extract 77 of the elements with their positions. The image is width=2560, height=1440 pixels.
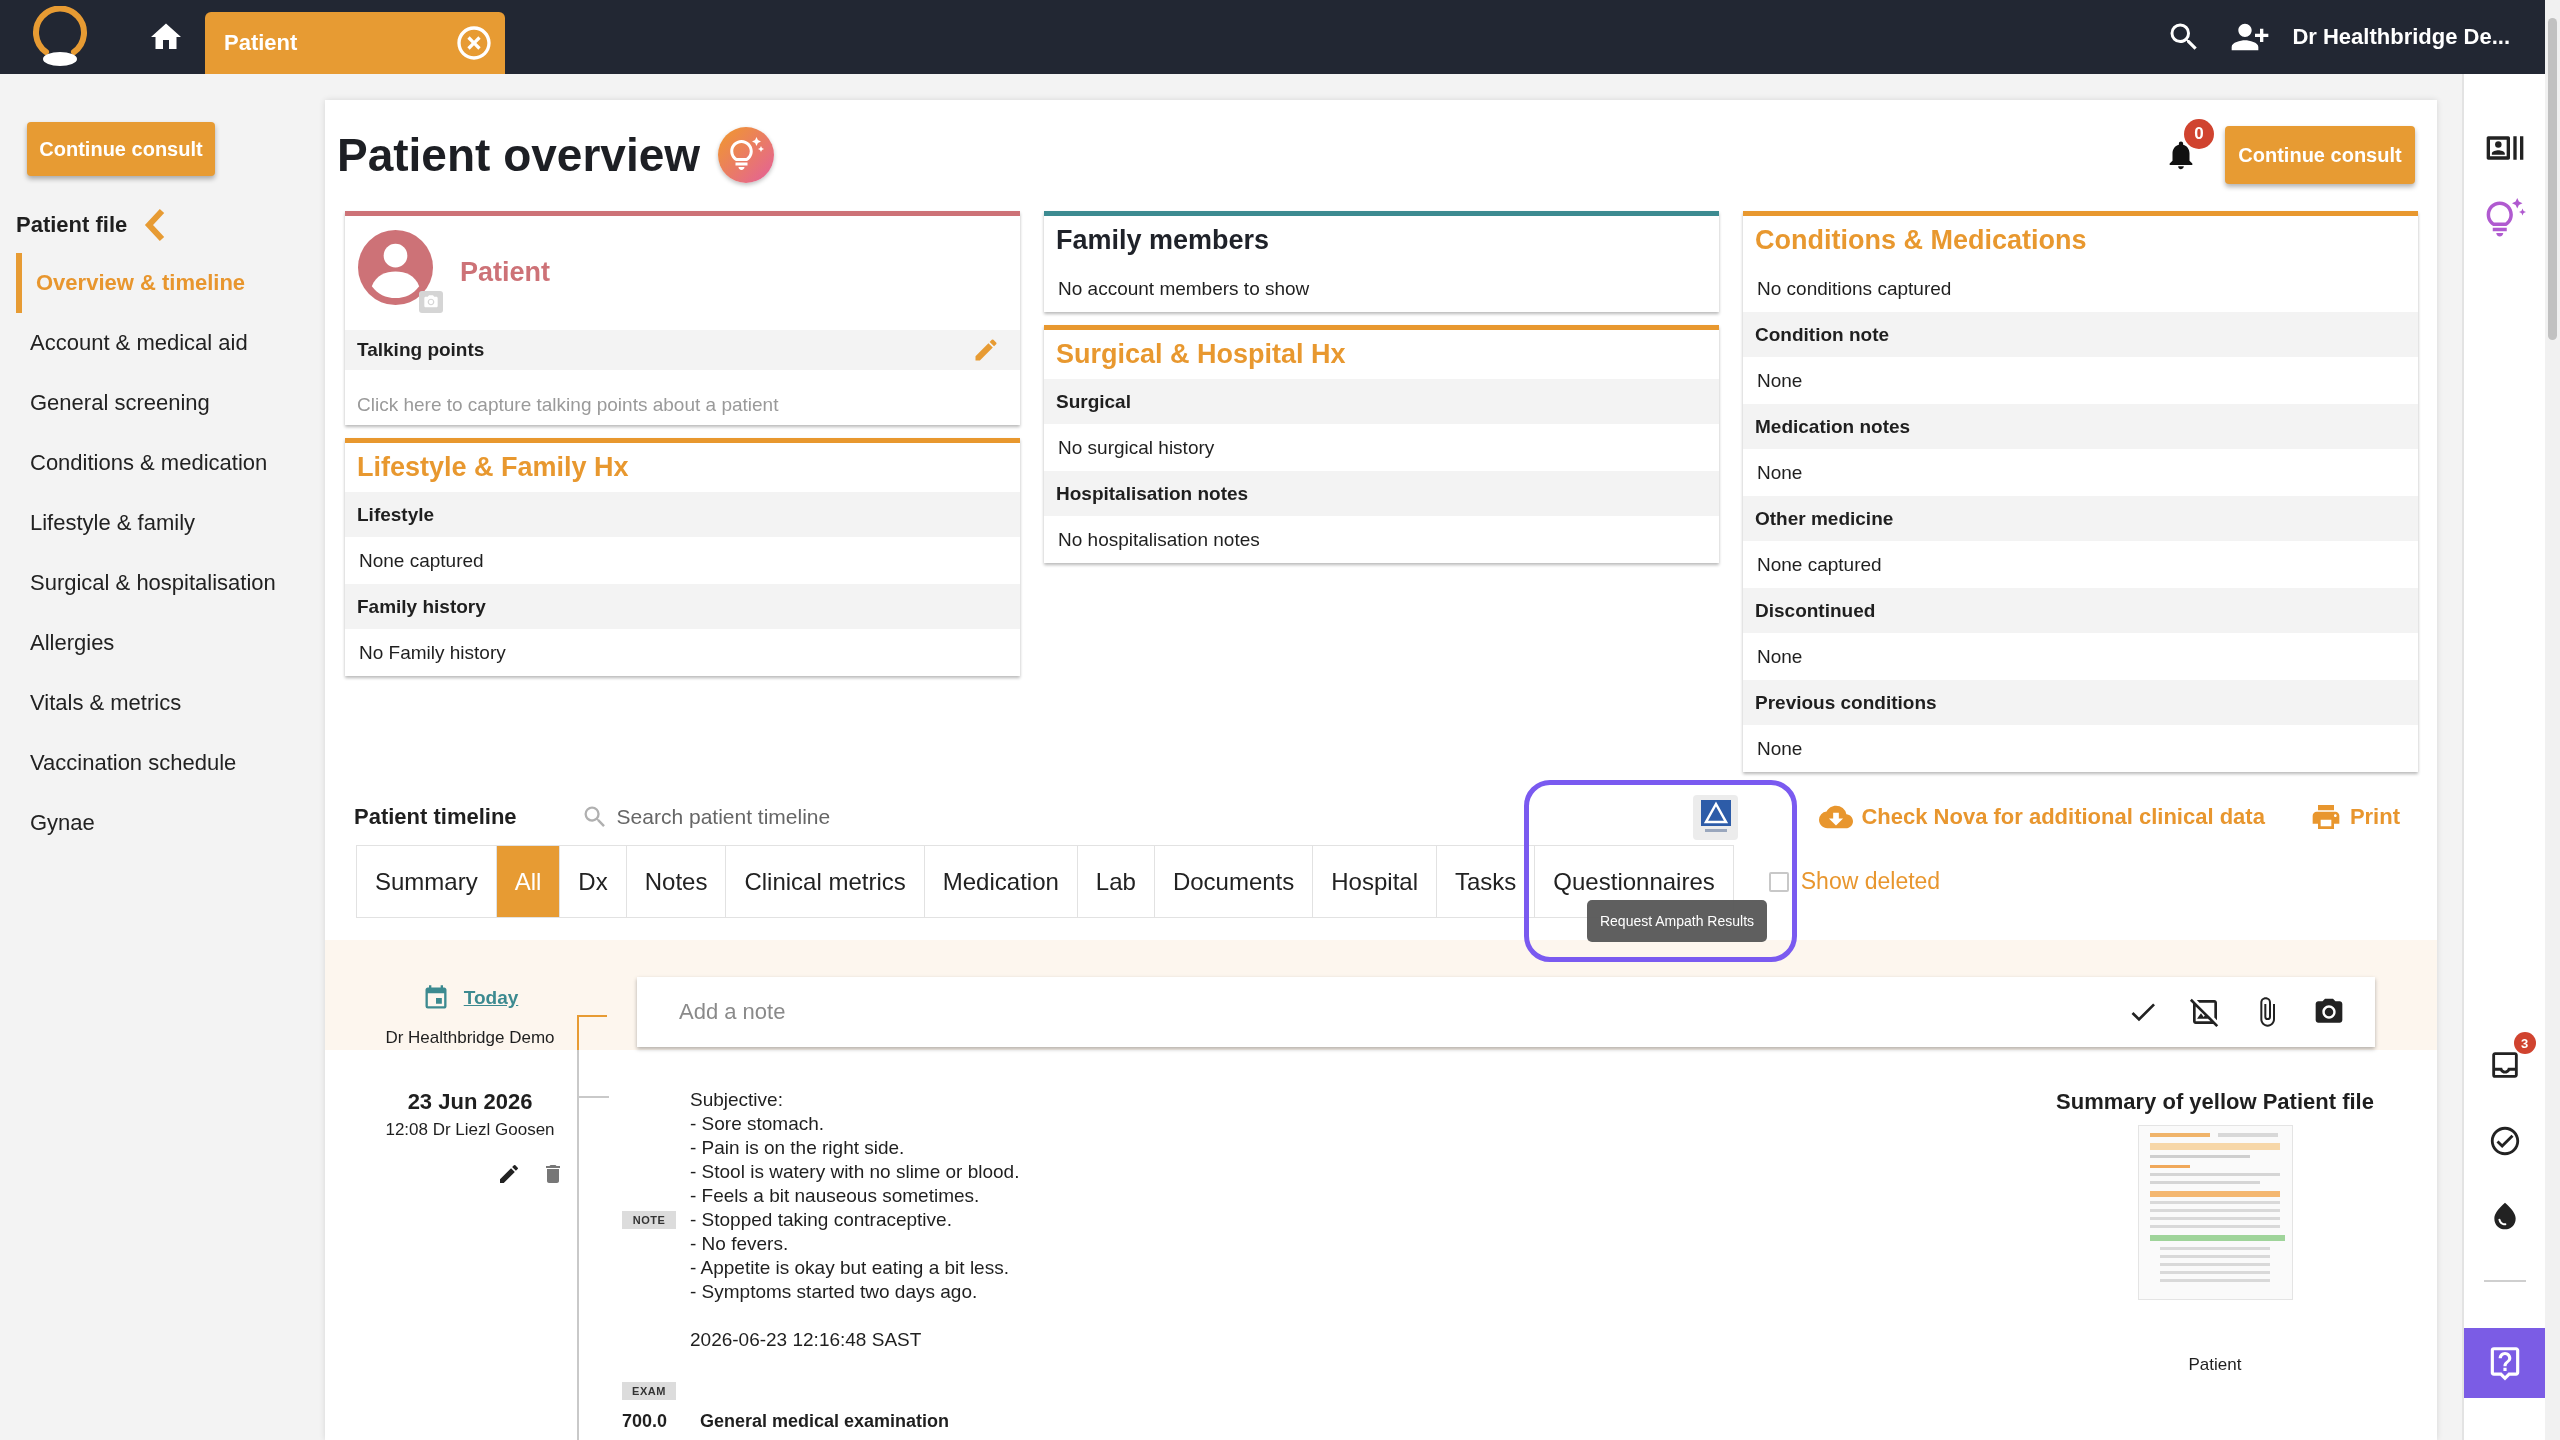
help-button[interactable] xyxy=(2464,1328,2545,1398)
document-thumbnail-drawing[interactable] xyxy=(2137,1125,2293,1300)
field-value: No account members to show xyxy=(1057,276,1311,301)
note-tag: NOTE xyxy=(622,1211,676,1229)
search-field[interactable]: Search patient timeline xyxy=(616,801,917,833)
field-value: None xyxy=(1756,460,1804,485)
field-value: None captured xyxy=(1756,552,1883,577)
count-badge: 3 xyxy=(2513,1032,2536,1054)
timeline-connector xyxy=(577,1015,607,1050)
field-label: Condition note xyxy=(1743,312,2418,357)
entry-date: 23 Jun 2026 xyxy=(407,1088,533,1116)
field-value: None xyxy=(1756,368,1804,393)
nav-item[interactable]: Vaccination schedule xyxy=(16,733,322,793)
pencil-icon[interactable] xyxy=(497,1162,521,1186)
count-badge: 0 xyxy=(2184,119,2214,149)
field-label: Family history xyxy=(345,584,1020,629)
note-line: - Symptoms started two days ago. xyxy=(690,1280,979,1304)
today-link[interactable]: Today xyxy=(463,987,519,1009)
field-value: None xyxy=(1756,736,1804,761)
card-title: Family members xyxy=(1055,224,1271,257)
field-label: Surgical xyxy=(1044,379,1719,424)
field-value: None captured xyxy=(358,548,485,573)
logo-icon xyxy=(1700,800,1731,834)
note-line: - Appetite is okay but eating a bit less. xyxy=(690,1256,1010,1280)
field-label: Previous conditions xyxy=(1743,680,2418,725)
checkbox[interactable] xyxy=(1768,871,1789,892)
nav-item[interactable]: Allergies xyxy=(16,613,322,673)
field-label: Medication notes xyxy=(1743,404,2418,449)
field-label: Other medicine xyxy=(1743,496,2418,541)
section-title: Patient timeline xyxy=(354,804,517,830)
note-line: - Feels a bit nauseous sometimes. xyxy=(690,1184,981,1208)
note-line: Subjective: xyxy=(690,1088,784,1112)
attachment-caption: Patient xyxy=(2188,1355,2242,1375)
image-slash-icon[interactable] xyxy=(2189,996,2221,1028)
attachment-title: Summary of yellow Patient file xyxy=(2056,1088,2374,1116)
field-label: Discontinued xyxy=(1743,588,2418,633)
note-field[interactable]: Add a note xyxy=(637,977,2375,1047)
field-value: None xyxy=(1756,644,1804,669)
note-input[interactable]: Add a note xyxy=(679,992,2097,1032)
field-label: Hospitalisation notes xyxy=(1044,471,1719,516)
card-title: Lifestyle & Family Hx xyxy=(356,451,630,484)
note-line: - Stool is watery with no slime or blood. xyxy=(690,1160,1020,1184)
patient-name: Patient xyxy=(460,257,551,288)
nav-item[interactable]: Lifestyle & family xyxy=(16,493,322,553)
user-name[interactable]: Dr Healthbridge De... xyxy=(2292,24,2510,50)
request-results-button[interactable] xyxy=(1693,794,1739,840)
nav-item[interactable]: Vitals & metrics xyxy=(16,673,322,733)
field-label: Lifestyle xyxy=(345,492,1020,537)
note-line: - No fevers. xyxy=(690,1232,790,1256)
avatar-icon xyxy=(358,230,433,305)
note-timestamp: 2026-06-23 12:16:48 SAST xyxy=(690,1328,923,1352)
field-label: Talking points xyxy=(357,339,485,361)
lightbulb-icon[interactable] xyxy=(718,127,775,183)
exam-title: General medical examination xyxy=(700,1410,950,1432)
author-name: Dr Healthbridge Demo xyxy=(385,1028,555,1048)
field-value: No hospitalisation notes xyxy=(1057,527,1261,552)
entry-meta: 12:08 Dr Liezl Goosen xyxy=(385,1120,555,1140)
field-value: No Family history xyxy=(358,640,507,665)
nav-item[interactable]: Conditions & medication xyxy=(16,433,322,493)
nav-item[interactable]: Surgical & hospitalisation xyxy=(16,553,322,613)
note-line: - Stopped taking contraceptive. xyxy=(690,1208,953,1232)
exam-tag: EXAM xyxy=(622,1382,676,1400)
nav-item[interactable]: Account & medical aid xyxy=(16,313,322,373)
note-line: - Sore stomach. xyxy=(690,1112,826,1136)
field-value: No conditions captured xyxy=(1756,276,1953,301)
exam-code: 700.0 xyxy=(622,1410,669,1432)
page-title: Patient overview xyxy=(337,128,701,182)
tooltip: Request Ampath Results xyxy=(1587,900,1767,942)
scrollbar-thumb[interactable] xyxy=(2548,18,2557,340)
card-title: Surgical & Hospital Hx xyxy=(1055,338,1347,371)
sidebar-heading: Patient file xyxy=(16,212,128,238)
logo-icon[interactable] xyxy=(30,6,90,68)
nav-item[interactable]: Gynae xyxy=(16,793,322,853)
card-title: Conditions & Medications xyxy=(1754,224,2088,257)
field-value: No surgical history xyxy=(1057,435,1216,460)
nav-item[interactable]: General screening xyxy=(16,373,322,433)
note-line: - Pain is on the right side. xyxy=(690,1136,906,1160)
